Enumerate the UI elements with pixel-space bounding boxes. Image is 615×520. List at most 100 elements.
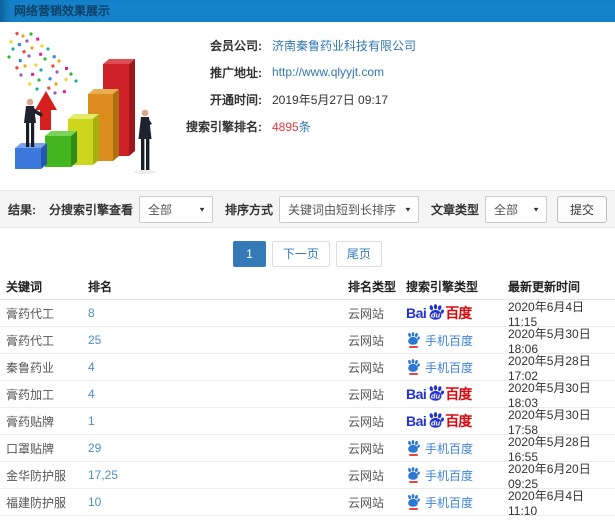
engine-rank-value: 4895条 <box>272 118 311 135</box>
member-info: 会员公司: 济南秦鲁药业科技有限公司 推广地址: http://www.qlyy… <box>176 36 416 144</box>
keyword-cell: 膏药代工 <box>6 333 55 348</box>
baidu-underline <box>408 508 418 510</box>
member-company-link[interactable]: 济南秦鲁药业科技有限公司 <box>272 37 416 54</box>
rank-link[interactable]: 4 <box>88 387 348 401</box>
baidu-paw-icon <box>408 359 420 372</box>
page-1-button[interactable]: 1 <box>233 241 266 267</box>
keyword-cell: 膏药贴牌 <box>6 414 55 429</box>
mobile-baidu-logo: 手机百度 <box>406 467 473 484</box>
rank-link[interactable]: 1 <box>88 414 348 428</box>
mobile-baidu-logo: 手机百度 <box>406 332 473 349</box>
baidu-underline <box>408 454 418 456</box>
engine-cell: 手机百度 <box>406 359 508 376</box>
titlebar: 网络营销效果展示 <box>0 0 615 22</box>
promo-url-link[interactable]: http://www.qlyyjt.com <box>272 65 384 79</box>
filter-bar: 结果: 分搜索引擎查看 全部 ▼ 排序方式 关键词由短到长排序 ▼ 文章类型 全… <box>0 190 615 228</box>
engine-filter-select[interactable]: 全部 ▼ <box>139 195 214 223</box>
opened-time-label: 开通时间: <box>210 92 262 107</box>
engine-cell: 手机百度 <box>406 332 508 349</box>
table-row: 膏药贴牌 1 云网站 Bai du 百度 2020年5月30日 17:58 <box>0 408 615 437</box>
keyword-cell: 口罩贴牌 <box>6 441 55 456</box>
header-rank-type: 排名类型 <box>348 279 397 294</box>
next-page-button[interactable]: 下一页 <box>271 241 330 267</box>
results-table: 关键词 排名 排名类型 搜索引擎类型 最新更新时间 膏药代工 8 云网站 Bai du… <box>0 273 615 520</box>
table-row: 膏药代工 25 云网站 手机百度 2020年5月30日 18:06 <box>0 327 615 356</box>
engine-cell: 手机百度 <box>406 467 508 484</box>
table-header-row: 关键词 排名 排名类型 搜索引擎类型 最新更新时间 <box>0 273 615 300</box>
rank-type-cell: 云网站 <box>348 387 385 402</box>
page: 网络营销效果展示 会员公司: 济南秦鲁药业科技有限公司 推广地址: http:/… <box>0 0 615 520</box>
last-page-button[interactable]: 尾页 <box>335 241 382 267</box>
bar-chart-illustration <box>7 31 156 175</box>
engine-rank-row: 搜索引擎排名: 4895条 <box>176 117 416 135</box>
results-section-label: 结果: <box>8 202 36 217</box>
rank-type-cell: 云网站 <box>348 441 385 456</box>
mobile-baidu-logo: 手机百度 <box>406 494 473 511</box>
sort-filter-value: 关键词由短到长排序 <box>288 202 397 217</box>
baidu-logo: Bai du百度 <box>406 412 472 429</box>
keyword-cell: 膏药加工 <box>6 387 55 402</box>
engine-cell: Bai du百度 <box>406 303 508 323</box>
keyword-cell: 福建防护服 <box>6 495 67 510</box>
table-body: 膏药代工 8 云网站 Bai du 百度 2020年6月4日 11:15 膏药代工 25 云网站… <box>0 300 615 520</box>
table-row: 膏药加工 4 云网站 Bai du 百度 2020年5月30日 18:03 <box>0 381 615 410</box>
rank-unit: 条 <box>298 119 311 134</box>
keyword-cell: 膏药代工 <box>6 306 55 321</box>
table-row: 金华防护服 17,25 云网站 手机百度 2020年6月20日 09:25 <box>0 462 615 491</box>
rank-link[interactable]: 29 <box>88 441 348 455</box>
table-row: 膏药代工 8 云网站 Bai du 百度 2020年6月4日 11:15 <box>0 300 615 329</box>
businessman-right <box>134 109 156 175</box>
type-filter-select[interactable]: 全部 ▼ <box>484 195 547 223</box>
keyword-cell: 金华防护服 <box>6 468 67 483</box>
baidu-logo: Bai du百度 <box>406 385 472 402</box>
filter-controls: 分搜索引擎查看 全部 ▼ 排序方式 关键词由短到长排序 ▼ 文章类型 全部 ▼ … <box>37 195 607 223</box>
header-keyword: 关键词 <box>6 279 43 294</box>
baidu-logo: Bai du百度 <box>406 304 472 321</box>
type-filter-label: 文章类型 <box>430 202 479 217</box>
header-engine-type: 搜索引擎类型 <box>406 279 479 294</box>
member-company-label: 会员公司: <box>210 38 262 53</box>
header-zone: 会员公司: 济南秦鲁药业科技有限公司 推广地址: http://www.qlyy… <box>0 22 615 190</box>
rank-link[interactable]: 25 <box>88 333 348 347</box>
engine-cell: 手机百度 <box>406 440 508 457</box>
submit-button[interactable]: 提交 <box>556 195 607 223</box>
table-row: 口罩贴牌 29 云网站 手机百度 2020年5月28日 16:55 <box>0 435 615 464</box>
svg-text:du: du <box>431 310 441 319</box>
opened-time-value: 2019年5月27日 09:17 <box>272 92 389 107</box>
member-company-row: 会员公司: 济南秦鲁药业科技有限公司 <box>176 36 416 54</box>
rank-type-cell: 云网站 <box>348 306 385 321</box>
header-updated: 最新更新时间 <box>508 279 581 294</box>
rank-link[interactable]: 17,25 <box>88 468 348 482</box>
sort-filter-select[interactable]: 关键词由短到长排序 ▼ <box>279 195 419 223</box>
rank-count: 4895 <box>272 119 299 134</box>
updated-cell: 2020年6月4日 11:10 <box>508 488 585 518</box>
baidu-paw-icon <box>408 494 420 507</box>
chevron-down-icon: ▼ <box>198 205 207 213</box>
keyword-cell: 秦鲁药业 <box>6 360 55 375</box>
engine-filter-value: 全部 <box>148 202 173 217</box>
type-filter-value: 全部 <box>493 202 518 217</box>
rank-type-cell: 云网站 <box>348 333 385 348</box>
rank-type-cell: 云网站 <box>348 495 385 510</box>
baidu-paw-icon: du <box>429 304 445 320</box>
engine-cell: 手机百度 <box>406 494 508 511</box>
svg-text:du: du <box>431 391 441 400</box>
engine-cell: Bai du百度 <box>406 411 508 431</box>
rank-link[interactable]: 4 <box>88 360 348 374</box>
engine-cell: Bai du百度 <box>406 384 508 404</box>
opened-time-row: 开通时间: 2019年5月27日 09:17 <box>176 90 416 108</box>
baidu-paw-icon <box>408 332 420 345</box>
rank-link[interactable]: 8 <box>88 306 348 320</box>
rank-link[interactable]: 10 <box>88 495 348 509</box>
rank-type-cell: 云网站 <box>348 360 385 375</box>
promo-url-row: 推广地址: http://www.qlyyjt.com <box>176 63 416 81</box>
rank-type-cell: 云网站 <box>348 468 385 483</box>
page-title: 网络营销效果展示 <box>14 4 111 18</box>
mobile-baidu-logo: 手机百度 <box>406 440 473 457</box>
baidu-paw-icon <box>408 467 420 480</box>
chevron-down-icon: ▼ <box>532 205 540 213</box>
engine-filter-label: 分搜索引擎查看 <box>49 202 134 217</box>
confetti-dots <box>7 31 78 99</box>
baidu-paw-icon: du <box>429 385 445 401</box>
mobile-baidu-logo: 手机百度 <box>406 359 473 376</box>
